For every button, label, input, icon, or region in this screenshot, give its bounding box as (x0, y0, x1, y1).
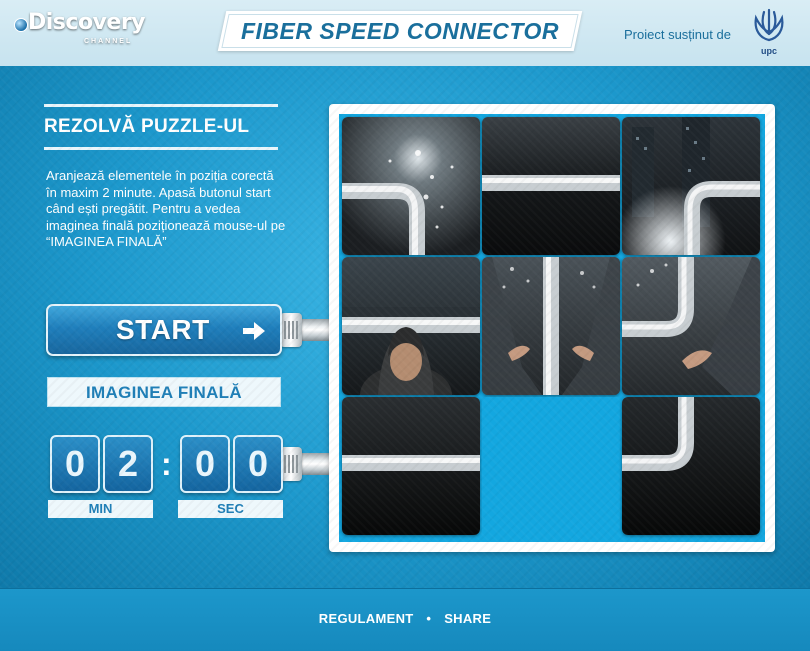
sponsor-text: Proiect susținut de (624, 27, 731, 42)
timer-sec-label: SEC (178, 500, 283, 518)
share-link[interactable]: SHARE (444, 611, 491, 626)
title-rule-bottom (44, 147, 278, 150)
globe-icon (14, 18, 28, 32)
main-area: REZOLVĂ PUZZLE-UL Aranjează elementele î… (0, 66, 810, 588)
logo-main-text: Discovery (28, 10, 146, 35)
puzzle-tile-1[interactable] (342, 117, 480, 255)
puzzle-tile-2[interactable] (482, 117, 620, 255)
puzzle-tile-5[interactable] (482, 257, 620, 395)
panel-title-block: REZOLVĂ PUZZLE-UL (44, 104, 278, 150)
header: Discovery CHANNEL FIBER SPEED CONNECTOR … (0, 0, 810, 66)
regulament-link[interactable]: REGULAMENT (319, 611, 414, 626)
puzzle-tile-3[interactable] (622, 117, 760, 255)
timer-cable-connector (280, 447, 302, 481)
game-title: FIBER SPEED CONNECTOR (240, 18, 560, 44)
timer-min-label: MIN (48, 500, 153, 518)
footer-separator: • (426, 611, 432, 626)
upc-butterfly-icon (754, 8, 784, 42)
puzzle-board (329, 104, 775, 552)
puzzle-tile-7[interactable] (342, 397, 480, 535)
timer-colon: : (161, 446, 172, 482)
puzzle-grid (339, 114, 765, 542)
puzzle-empty-slot (482, 397, 620, 535)
panel-title: REZOLVĂ PUZZLE-UL (44, 116, 250, 137)
start-button[interactable]: START (46, 304, 282, 356)
puzzle-tile-9[interactable] (622, 397, 760, 535)
timer-min-digit-1: 0 (50, 435, 100, 493)
start-cable-connector (280, 313, 302, 347)
upc-label: upc (760, 46, 777, 56)
start-button-label: START (116, 314, 210, 345)
instructions-text: Aranjează elementele în poziția corectă … (46, 168, 286, 249)
arrow-right-icon (243, 322, 265, 340)
puzzle-tile-6[interactable] (622, 257, 760, 395)
footer-links: REGULAMENT • SHARE (0, 611, 810, 626)
puzzle-tile-4[interactable] (342, 257, 480, 395)
upc-logo[interactable]: upc (748, 8, 790, 58)
logo-sub-text: CHANNEL (84, 38, 133, 45)
timer-sec-digit-2: 0 (233, 435, 283, 493)
timer-sec-digit-1: 0 (180, 435, 230, 493)
final-image-button[interactable]: IMAGINEA FINALĂ (47, 377, 281, 407)
footer: REGULAMENT • SHARE (0, 588, 810, 651)
timer-min-digit-2: 2 (103, 435, 153, 493)
